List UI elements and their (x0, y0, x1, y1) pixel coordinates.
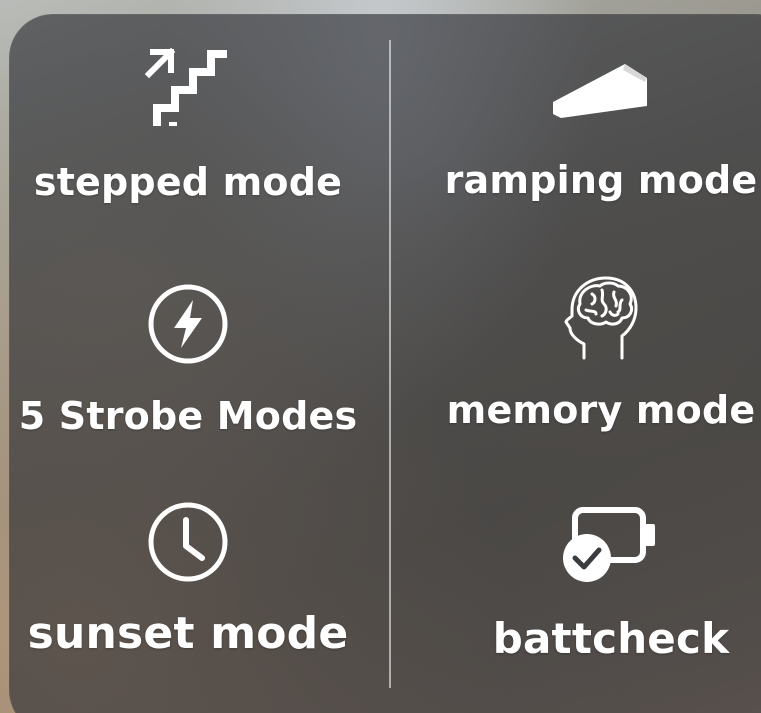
feature-ramping-mode: ramping mode (420, 56, 761, 202)
sunset-mode-label: sunset mode (27, 608, 349, 659)
feature-sunset-mode: sunset mode (12, 500, 364, 659)
brain-head-icon (564, 276, 638, 360)
battcheck-label: battcheck (492, 614, 730, 663)
feature-strobe-modes: 5 Strobe Modes (8, 282, 368, 438)
lightning-bolt-icon (148, 284, 228, 364)
stairs-arrow-icon (144, 47, 227, 126)
memory-mode-label: memory mode (446, 388, 756, 432)
ramping-mode-label: ramping mode (444, 158, 758, 202)
ramp-icon (553, 64, 647, 118)
clock-icon (148, 502, 228, 582)
strobe-modes-label: 5 Strobe Modes (18, 394, 358, 438)
column-divider (389, 40, 391, 688)
feature-stepped-mode: stepped mode (20, 44, 356, 204)
feature-battcheck: battcheck (430, 500, 761, 663)
stepped-mode-label: stepped mode (33, 160, 343, 204)
battery-check-icon (563, 507, 655, 582)
feature-memory-mode: memory mode (420, 274, 761, 432)
